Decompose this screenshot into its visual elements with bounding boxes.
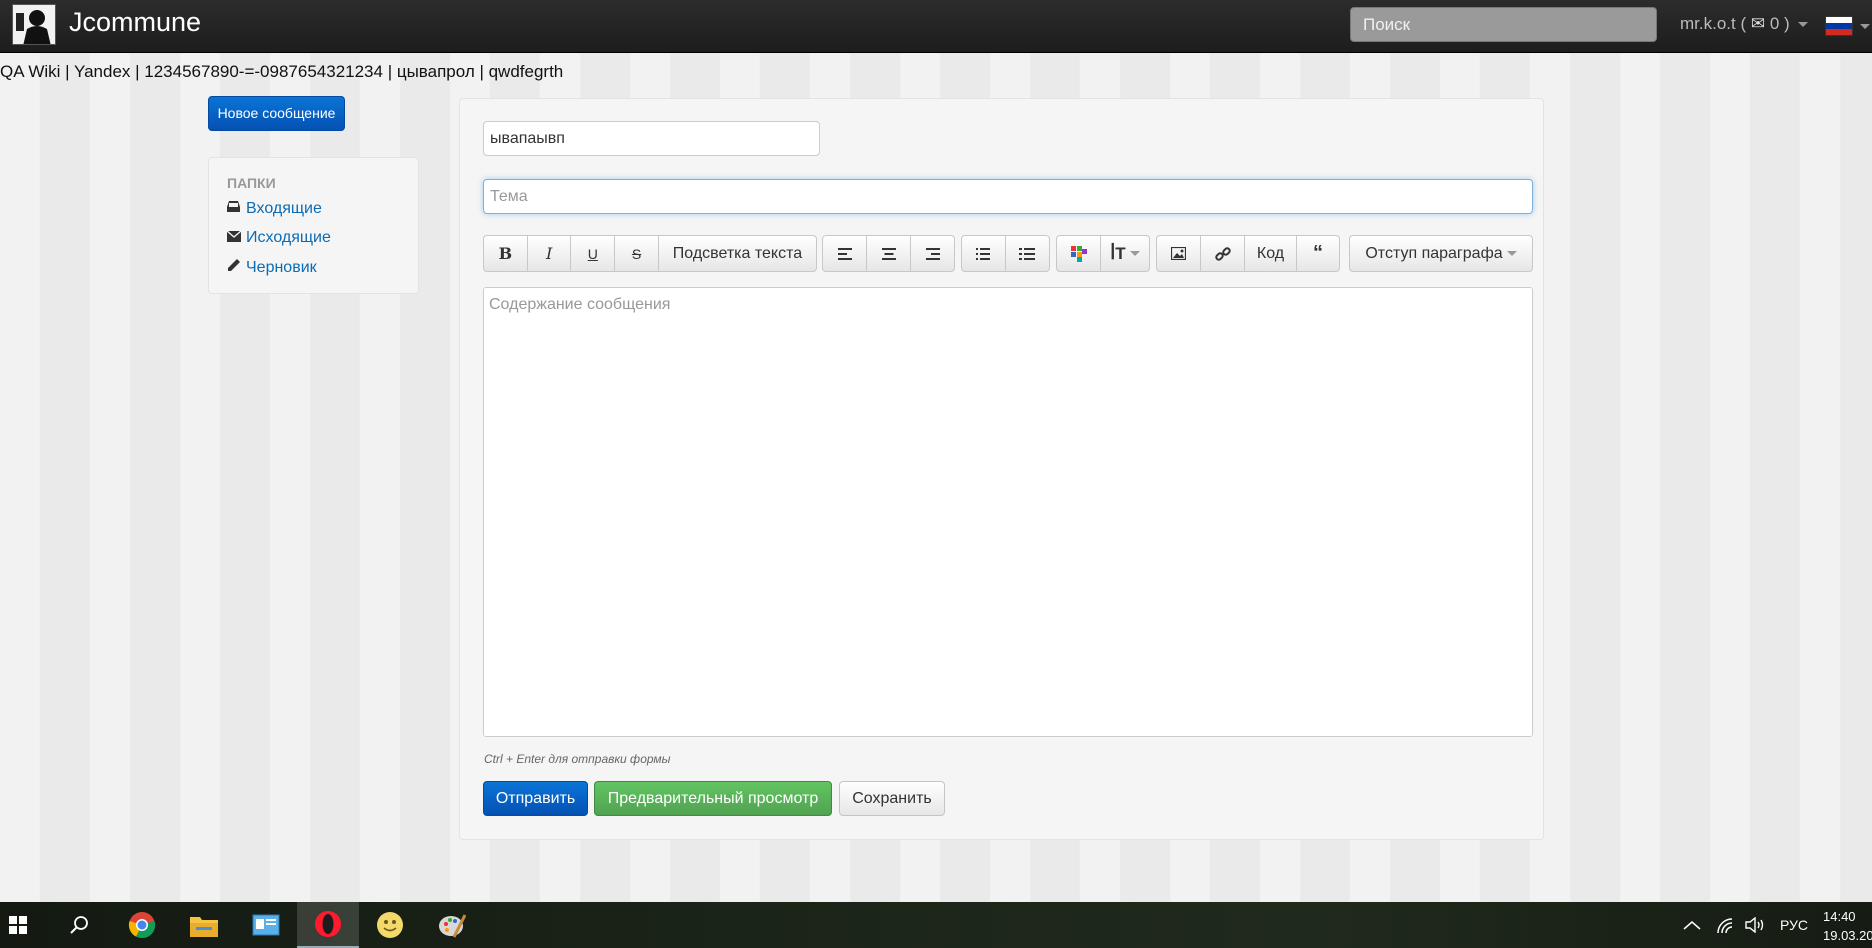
- italic-button[interactable]: I: [528, 236, 572, 271]
- russian-flag-icon[interactable]: [1825, 16, 1853, 36]
- bullet-list-icon: [976, 247, 991, 260]
- chevron-down-icon: [1506, 251, 1517, 256]
- paint-taskbar-button[interactable]: [421, 902, 483, 948]
- emoji-app-taskbar-button[interactable]: [359, 902, 421, 948]
- picture-icon: [1171, 247, 1186, 260]
- font-size-button[interactable]: ꟾT: [1101, 236, 1149, 271]
- brand-name[interactable]: Jcommune: [69, 6, 201, 38]
- message-count: 0: [1769, 14, 1780, 33]
- language-chevron-down-icon[interactable]: [1860, 24, 1870, 29]
- underline-button[interactable]: U: [571, 236, 616, 271]
- windows-taskbar: РУС 14:40 19.03.20: [0, 902, 1872, 948]
- insert-link-button[interactable]: [1201, 236, 1245, 271]
- search-icon: [70, 916, 88, 934]
- top-navbar: Jcommune mr.k.o.t ( ✉ 0 ): [0, 0, 1872, 53]
- align-center-icon: [881, 247, 896, 260]
- username-label: mr.k.o.t (: [1680, 14, 1747, 33]
- quote-button[interactable]: “: [1297, 236, 1339, 271]
- jcommune-logo[interactable]: [12, 4, 56, 45]
- bullet-list-button[interactable]: [962, 236, 1006, 271]
- chevron-down-icon: [1798, 22, 1809, 28]
- system-clock[interactable]: 14:40 19.03.20: [1823, 907, 1872, 945]
- control-panel-taskbar-button[interactable]: [235, 902, 297, 948]
- align-right-icon: [925, 247, 940, 260]
- align-right-button[interactable]: [911, 236, 954, 271]
- align-left-button[interactable]: [823, 236, 867, 271]
- user-menu[interactable]: mr.k.o.t ( ✉ 0 ): [1680, 14, 1809, 34]
- smiley-icon: [377, 912, 403, 938]
- volume-icon[interactable]: [1745, 902, 1767, 948]
- username-suffix: ): [1784, 14, 1790, 33]
- recipient-field[interactable]: [483, 121, 820, 156]
- code-button[interactable]: Код: [1245, 236, 1297, 271]
- folder-icon: [190, 917, 218, 937]
- link-icon: [1214, 246, 1231, 261]
- strikethrough-button[interactable]: S: [615, 236, 659, 271]
- list-toolbar-group: [961, 235, 1050, 272]
- send-shortcut-hint: Ctrl + Enter для отправки формы: [484, 752, 671, 766]
- bold-button[interactable]: B: [484, 236, 528, 271]
- folders-panel: ПАПКИ Входящие Исходящие Черновик: [208, 157, 419, 294]
- insert-image-button[interactable]: [1157, 236, 1201, 271]
- search-taskbar-button[interactable]: [48, 902, 110, 948]
- formatting-toolbar-group: B I U S Подсветка текста: [483, 235, 817, 272]
- search-input[interactable]: [1350, 7, 1657, 42]
- color-size-toolbar-group: ꟾT: [1056, 235, 1150, 272]
- paint-palette-icon: [439, 914, 466, 938]
- numbered-list-icon: [1019, 247, 1036, 260]
- indent-toolbar-group: Отступ параграфа: [1349, 235, 1533, 272]
- align-toolbar-group: [822, 235, 955, 272]
- insert-toolbar-group: Код “: [1156, 235, 1340, 272]
- text-height-icon: ꟾT: [1110, 243, 1126, 263]
- clock-date: 19.03.20: [1823, 928, 1872, 943]
- chrome-icon: [128, 912, 156, 939]
- pencil-icon: [227, 258, 243, 276]
- input-language-indicator[interactable]: РУС: [1780, 902, 1808, 948]
- save-button[interactable]: Сохранить: [839, 781, 945, 816]
- folder-drafts[interactable]: Черновик: [227, 258, 317, 277]
- text-color-button[interactable]: [1057, 236, 1101, 271]
- start-button[interactable]: [0, 902, 36, 948]
- opera-taskbar-button[interactable]: [297, 902, 359, 948]
- envelope-icon: [226, 229, 243, 246]
- windows-logo-icon: [9, 916, 27, 934]
- chrome-taskbar-button[interactable]: [111, 902, 173, 948]
- tray-chevron-up-icon[interactable]: [1683, 902, 1701, 948]
- color-palette-icon: [1070, 245, 1087, 262]
- align-left-icon: [837, 247, 852, 260]
- bookmarks-bar[interactable]: QA Wiki | Yandex | 1234567890-=-09876543…: [0, 62, 563, 82]
- folder-label: Исходящие: [246, 229, 331, 246]
- inbox-icon: [227, 200, 243, 217]
- send-button[interactable]: Отправить: [483, 781, 588, 816]
- folder-outbox[interactable]: Исходящие: [226, 229, 331, 247]
- paragraph-indent-dropdown[interactable]: Отступ параграфа: [1350, 236, 1532, 271]
- indent-label: Отступ параграфа: [1365, 244, 1503, 262]
- numbered-list-button[interactable]: [1006, 236, 1050, 271]
- envelope-icon: ✉: [1750, 14, 1766, 33]
- preview-button[interactable]: Предварительный просмотр: [594, 781, 832, 816]
- file-explorer-taskbar-button[interactable]: [173, 902, 235, 948]
- chevron-down-icon: [1129, 251, 1140, 256]
- clock-time: 14:40: [1823, 909, 1856, 924]
- subject-field[interactable]: [483, 179, 1533, 214]
- folders-title: ПАПКИ: [227, 175, 276, 191]
- network-icon[interactable]: [1716, 902, 1736, 948]
- align-center-button[interactable]: [867, 236, 911, 271]
- opera-icon: [315, 911, 341, 937]
- message-body-field[interactable]: [483, 287, 1533, 737]
- folder-label: Черновик: [246, 259, 317, 276]
- window-app-icon: [252, 914, 280, 936]
- folder-label: Входящие: [246, 200, 322, 217]
- new-message-button[interactable]: Новое сообщение: [208, 96, 345, 131]
- folder-inbox[interactable]: Входящие: [227, 200, 322, 218]
- highlight-button[interactable]: Подсветка текста: [659, 236, 816, 271]
